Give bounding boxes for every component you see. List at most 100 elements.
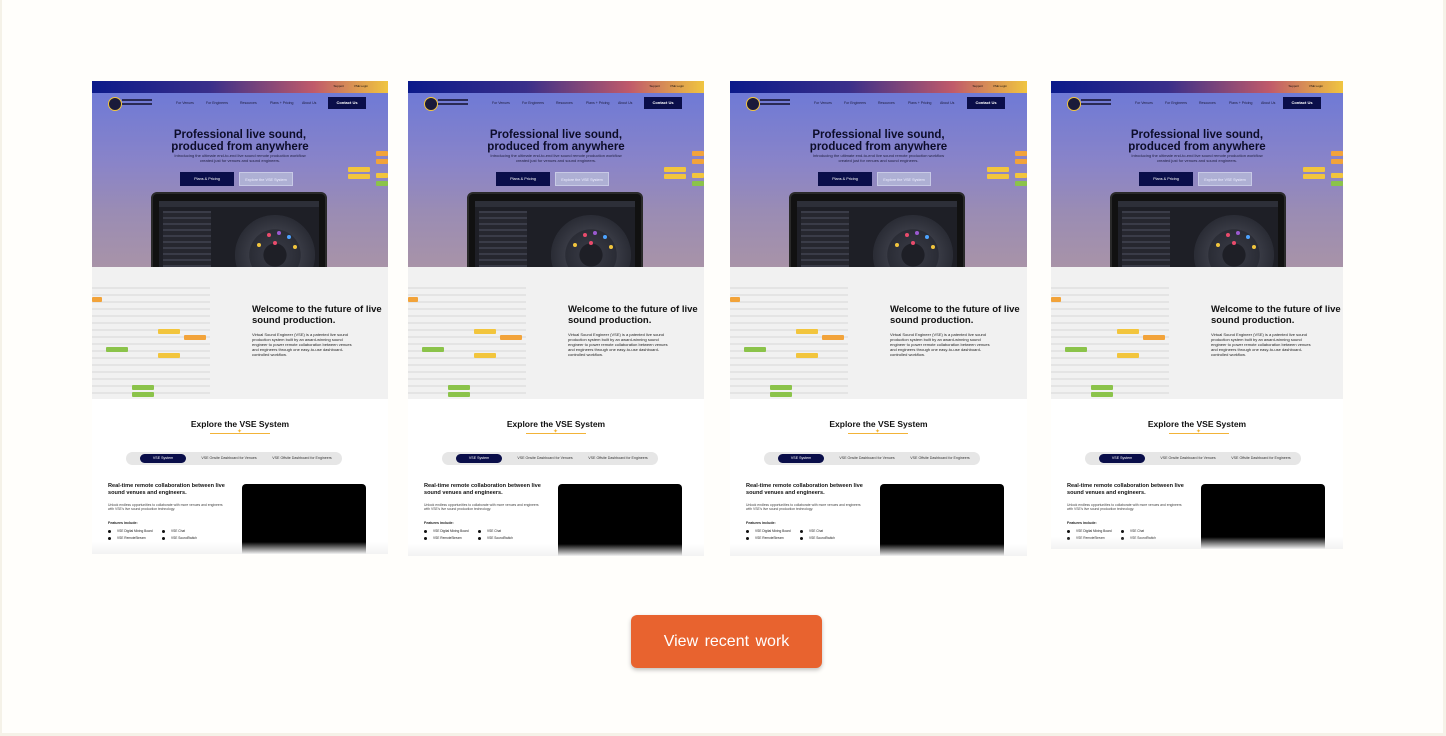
screen-toolbar: [797, 201, 957, 207]
explore-section: Explore the VSE System ✦ VSE System VSE …: [1051, 399, 1343, 549]
mixer-dot: [895, 243, 899, 247]
hero-subtitle: Introducing the ultimate end-to-end live…: [490, 153, 622, 163]
nav-item-engineers: For Engineers: [844, 101, 866, 105]
hero-title: Professional live sound, produced from a…: [171, 129, 309, 153]
eq-bar: [1143, 335, 1165, 340]
welcome-section: Welcome to the future of live sound prod…: [92, 267, 388, 399]
contact-us-button: Contact Us: [967, 97, 1005, 109]
welcome-title: Welcome to the future of live sound prod…: [1211, 304, 1341, 326]
eq-bar: [664, 174, 686, 179]
level-meter-graphic: [1051, 287, 1169, 399]
nav-item-venues: For Venues: [1135, 101, 1153, 105]
screen-toolbar: [1118, 201, 1278, 207]
nav-item-about: About Us: [940, 101, 955, 105]
feature-item: VSE RemoteStream: [424, 536, 462, 540]
eq-bar: [1331, 181, 1343, 186]
vse-logo-icon: [108, 97, 122, 111]
eq-bar: [1303, 167, 1325, 172]
support-link: Support: [649, 84, 660, 88]
tab-offsite-dashboard: VSE Offsite Dashboard for Engineers: [1231, 456, 1291, 460]
explore-system-button: Explore the VSE System: [1198, 172, 1252, 186]
feature-item: VSE Digital Mixing Board: [746, 529, 791, 533]
eq-bar: [744, 347, 766, 352]
hero-section: Support VSE Login For Venues For Enginee…: [408, 81, 704, 267]
logo-wordmark: [438, 99, 468, 101]
tab-offsite-dashboard: VSE Offsite Dashboard for Engineers: [910, 456, 970, 460]
portfolio-thumbnail-4[interactable]: Support VSE Login For Venues For Enginee…: [1051, 81, 1343, 549]
mixer-dot: [905, 233, 909, 237]
tab-onsite-dashboard: VSE Onsite Dashboard for Venues: [517, 456, 573, 460]
feature-item: VSE Digital Mixing Board: [1067, 529, 1112, 533]
nav-item-engineers: For Engineers: [1165, 101, 1187, 105]
collab-title: Real-time remote collaboration between l…: [746, 483, 863, 496]
eq-bar: [1015, 173, 1027, 178]
vse-logo-icon: [424, 97, 438, 111]
nav-item-pricing: Plans + Pricing: [1229, 101, 1253, 105]
top-utility-bar: Support VSE Login: [92, 81, 388, 93]
collab-title: Real-time remote collaboration between l…: [108, 483, 225, 496]
level-meter-graphic: [408, 287, 526, 399]
tab-onsite-dashboard: VSE Onsite Dashboard for Venues: [1160, 456, 1216, 460]
feature-item: VSE Chat: [800, 529, 823, 533]
eq-bar: [1015, 159, 1027, 164]
feature-item: VSE Digital Mixing Board: [108, 529, 153, 533]
plans-pricing-button: Plans & Pricing: [818, 172, 872, 186]
feature-item: VSE SoundSwitch: [162, 536, 197, 540]
hero-section: Support VSE Login For Venues For Enginee…: [730, 81, 1027, 267]
feature-item: VSE SoundSwitch: [478, 536, 513, 540]
mixer-dot: [267, 233, 271, 237]
eq-bar: [448, 392, 470, 397]
eq-bar: [132, 392, 154, 397]
explore-system-button: Explore the VSE System: [555, 172, 609, 186]
welcome-section: Welcome to the future of live sound prod…: [1051, 267, 1343, 399]
eq-bar: [822, 335, 844, 340]
eq-bar: [1015, 181, 1027, 186]
login-link: VSE Login: [992, 84, 1007, 88]
eq-bar: [106, 347, 128, 352]
eq-bar: [796, 329, 818, 334]
feature-item: VSE Chat: [162, 529, 185, 533]
support-link: Support: [1288, 84, 1299, 88]
bottom-fade: [1051, 537, 1343, 549]
collab-body: Unlock endless opportunities to collabor…: [108, 503, 223, 512]
portfolio-thumbnail-1[interactable]: Support VSE Login For Venues For Enginee…: [92, 81, 388, 554]
level-meter-graphic: [92, 287, 210, 399]
eq-bar: [796, 353, 818, 358]
collab-title: Real-time remote collaboration between l…: [1067, 483, 1184, 496]
login-link: VSE Login: [353, 84, 368, 88]
eq-bar: [987, 174, 1009, 179]
explore-title: Explore the VSE System: [1147, 419, 1247, 429]
eq-bar: [1331, 159, 1343, 164]
eq-bar: [348, 174, 370, 179]
hero-section: Support VSE Login For Venues For Enginee…: [92, 81, 388, 267]
system-tabs: VSE System VSE Onsite Dashboard for Venu…: [1085, 452, 1301, 465]
collab-body: Unlock endless opportunities to collabor…: [746, 503, 861, 512]
view-recent-work-button[interactable]: View recent work: [631, 615, 822, 668]
support-link: Support: [972, 84, 983, 88]
welcome-body: Virtual Sound Engineer (VSE) is a patent…: [890, 332, 990, 357]
feature-item: VSE Chat: [478, 529, 501, 533]
support-link: Support: [333, 84, 344, 88]
eq-bar: [692, 173, 704, 178]
dashboard-screen: [159, 201, 319, 267]
collab-body: Unlock endless opportunities to collabor…: [424, 503, 539, 512]
eq-bar: [1303, 174, 1325, 179]
sparkle-icon: ✦: [1196, 429, 1202, 435]
system-tabs: VSE System VSE Onsite Dashboard for Venu…: [764, 452, 980, 465]
mixer-dot: [287, 235, 291, 239]
explore-section: Explore the VSE System ✦ VSE System VSE …: [408, 399, 704, 556]
hero-section: Support VSE Login For Venues For Enginee…: [1051, 81, 1343, 267]
laptop-mockup: [789, 192, 965, 267]
mixer-dot: [257, 243, 261, 247]
portfolio-thumbnail-2[interactable]: Support VSE Login For Venues For Enginee…: [408, 81, 704, 556]
feature-item: VSE Chat: [1121, 529, 1144, 533]
mixer-dot: [593, 231, 597, 235]
eq-bar: [1051, 297, 1061, 302]
welcome-title: Welcome to the future of live sound prod…: [890, 304, 1020, 326]
portfolio-thumbnail-3[interactable]: Support VSE Login For Venues For Enginee…: [730, 81, 1027, 556]
eq-bar: [1015, 151, 1027, 156]
mixer-dot: [589, 241, 593, 245]
eq-bar: [987, 167, 1009, 172]
mixer-dot: [925, 235, 929, 239]
system-tabs: VSE System VSE Onsite Dashboard for Venu…: [126, 452, 342, 465]
